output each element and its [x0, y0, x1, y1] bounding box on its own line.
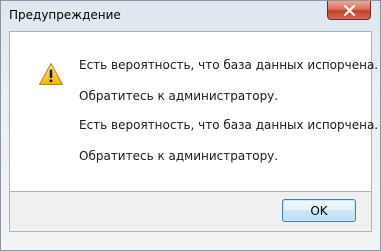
button-bar: OK — [9, 192, 372, 232]
title-bar[interactable]: Предупреждение — [1, 1, 380, 31]
close-button[interactable] — [327, 1, 371, 20]
message-panel: Есть вероятность, что база данных испорч… — [9, 31, 378, 192]
close-icon — [343, 5, 356, 16]
message-line: Есть вероятность, что база данных испорч… — [79, 118, 379, 132]
dialog-title: Предупреждение — [9, 8, 121, 22]
warning-dialog: Предупреждение Есть вероятность, что баз… — [0, 0, 381, 251]
ok-button[interactable]: OK — [282, 199, 356, 222]
message-line: Обратитесь к администратору. — [79, 149, 279, 163]
warning-icon — [39, 63, 63, 85]
message-line: Обратитесь к администратору. — [79, 89, 279, 103]
message-line: Есть вероятность, что база данных испорч… — [79, 58, 379, 72]
